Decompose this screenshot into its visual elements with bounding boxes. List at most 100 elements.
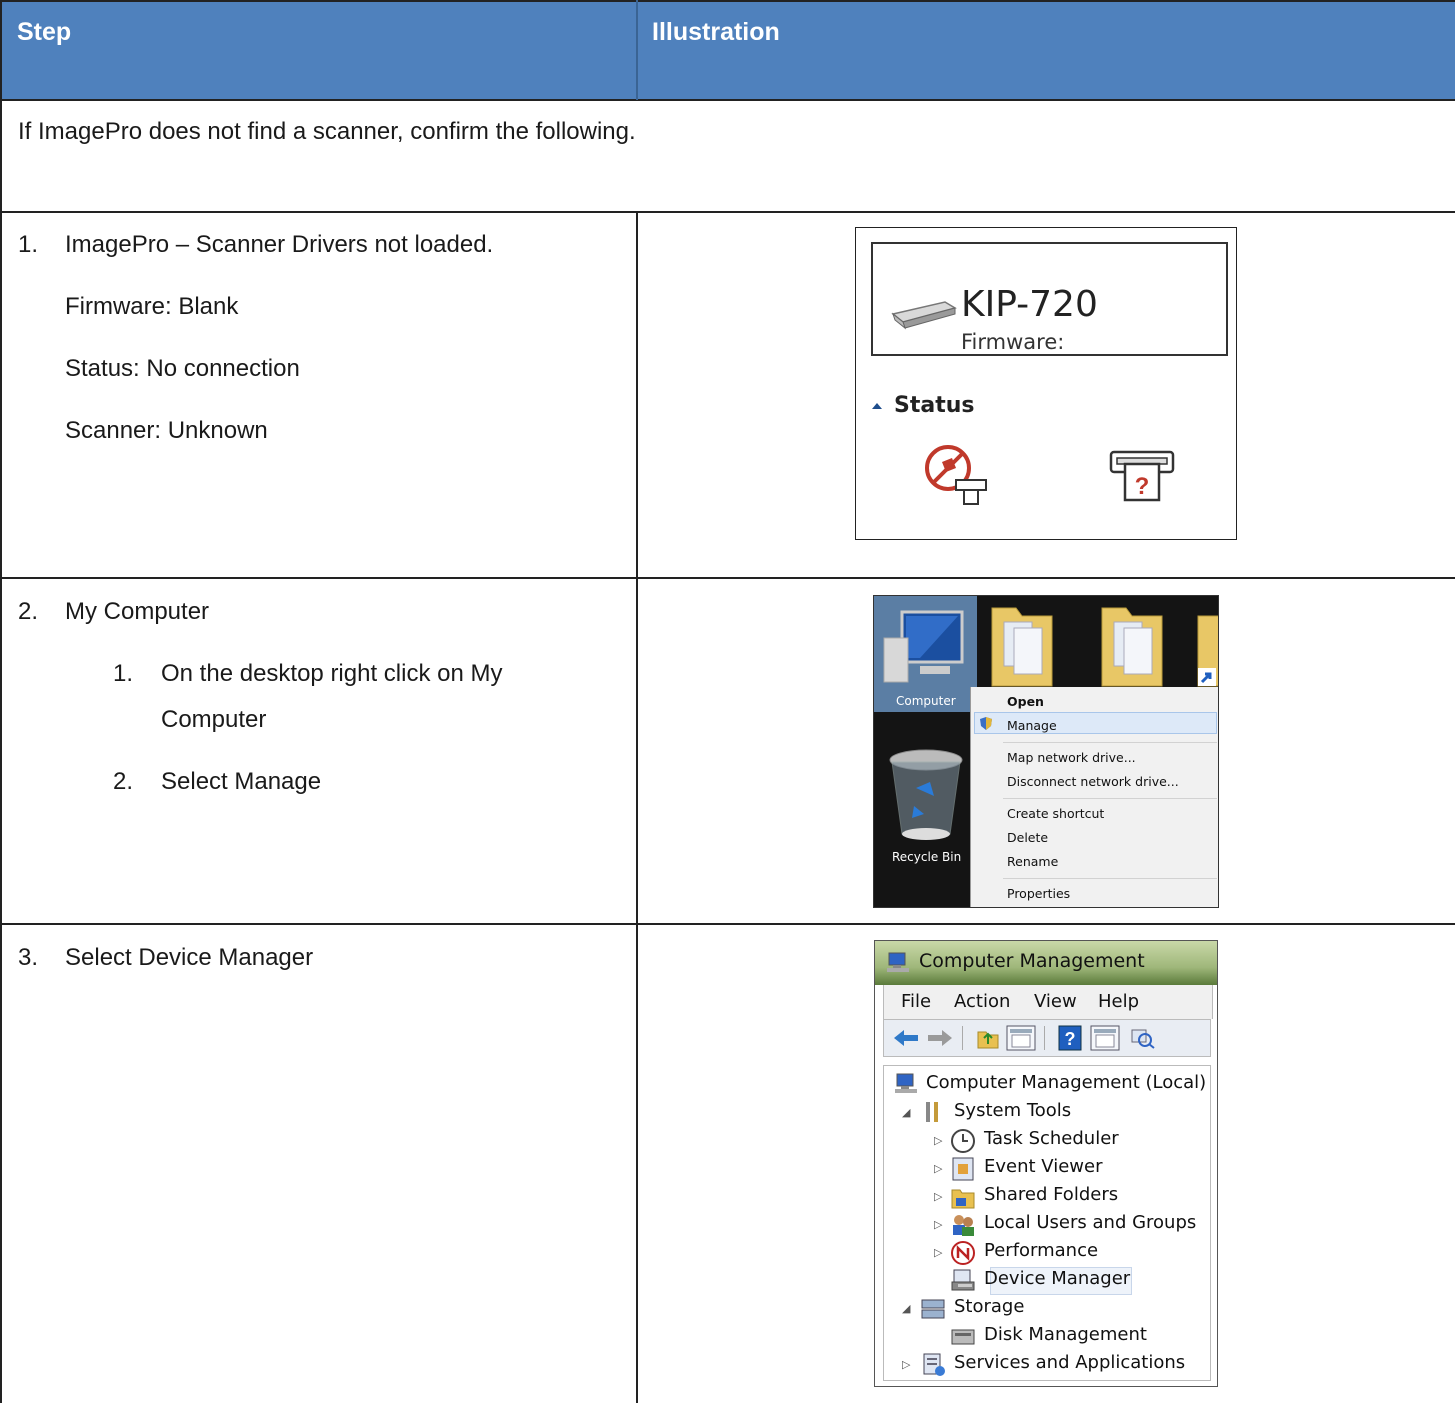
event-viewer-icon xyxy=(952,1157,974,1181)
disk-management-icon xyxy=(951,1329,975,1345)
show-hide-action-pane-icon[interactable] xyxy=(1090,1025,1120,1051)
substep-text: On the desktop right click on My xyxy=(161,660,503,687)
performance-icon xyxy=(951,1241,975,1265)
menu-item-open[interactable]: Open xyxy=(1007,694,1044,709)
menu-separator xyxy=(1003,878,1217,879)
storage-icon xyxy=(921,1299,945,1319)
menu-item-create-shortcut[interactable]: Create shortcut xyxy=(1007,806,1104,821)
tree-item-performance[interactable]: Performance xyxy=(984,1240,1098,1261)
collapsed-arrow-icon[interactable]: ▷ xyxy=(934,1246,942,1259)
menu-item-disconnect-network-drive[interactable]: Disconnect network drive... xyxy=(1007,774,1179,789)
row-divider xyxy=(0,99,1455,101)
recycle-bin-icon[interactable] xyxy=(886,748,966,848)
menu-separator xyxy=(1003,798,1217,799)
device-manager-icon xyxy=(951,1269,975,1291)
expanded-arrow-icon[interactable]: ◢ xyxy=(902,1106,910,1119)
tree-item-device-manager[interactable]: Device Manager xyxy=(984,1268,1130,1289)
steps-table: Step Illustration If ImagePro does not f… xyxy=(0,0,1455,1403)
task-scheduler-icon xyxy=(951,1129,975,1153)
shortcut-arrow-icon xyxy=(1198,668,1216,686)
firmware-label: Firmware: xyxy=(961,330,1065,354)
menu-separator xyxy=(1003,742,1217,743)
console-tree: Computer Management (Local) ◢ System Too… xyxy=(883,1065,1211,1381)
collapse-caret-icon[interactable] xyxy=(870,399,884,411)
menu-item-manage[interactable]: Manage xyxy=(1007,718,1057,733)
menu-item-delete[interactable]: Delete xyxy=(1007,830,1048,845)
step-line: Scanner: Unknown xyxy=(65,417,268,444)
col-divider xyxy=(636,211,638,1403)
properties-icon[interactable] xyxy=(1130,1026,1156,1050)
menu-file[interactable]: File xyxy=(901,991,931,1012)
tree-item-task-scheduler[interactable]: Task Scheduler xyxy=(984,1128,1119,1149)
col-divider xyxy=(636,0,638,100)
tree-item-disk-management[interactable]: Disk Management xyxy=(984,1324,1147,1345)
step-number: 2. xyxy=(18,598,39,625)
menu-item-rename[interactable]: Rename xyxy=(1007,854,1058,869)
folder-icon[interactable] xyxy=(986,598,1056,688)
scanner-icon xyxy=(891,301,957,330)
step-title: Select Device Manager xyxy=(65,944,314,971)
substep-text: Computer xyxy=(161,706,267,733)
menu-help[interactable]: Help xyxy=(1098,991,1139,1012)
status-heading: Status xyxy=(894,393,975,418)
intro-text: If ImagePro does not find a scanner, con… xyxy=(18,118,636,145)
header-step: Step xyxy=(17,18,72,46)
step-title: ImagePro – Scanner Drivers not loaded. xyxy=(65,231,494,258)
up-folder-icon[interactable] xyxy=(976,1026,1000,1050)
tree-item-storage[interactable]: Storage xyxy=(954,1296,1024,1317)
tree-item-system-tools[interactable]: System Tools xyxy=(954,1100,1071,1121)
table-header: Step Illustration xyxy=(0,0,1455,100)
menu-action[interactable]: Action xyxy=(954,991,1010,1012)
collapsed-arrow-icon[interactable]: ▷ xyxy=(934,1190,942,1203)
substep-number: 2. xyxy=(113,768,134,795)
folder-icon[interactable] xyxy=(1096,598,1166,688)
tree-item-services-and-applications[interactable]: Services and Applications xyxy=(954,1352,1185,1373)
step-number: 1. xyxy=(18,231,39,258)
menu-bar: File Action View Help xyxy=(883,985,1213,1019)
toolbar: ? xyxy=(883,1019,1211,1057)
step-title: My Computer xyxy=(65,598,210,625)
row-divider xyxy=(0,211,1455,213)
row-divider xyxy=(0,923,1455,925)
local-users-and-groups-icon xyxy=(953,1215,974,1236)
collapsed-arrow-icon[interactable]: ▷ xyxy=(934,1134,942,1147)
services-and-applications-icon xyxy=(923,1353,945,1376)
scanner-model: KIP-720 xyxy=(961,284,1098,325)
window-title: Computer Management xyxy=(919,950,1145,972)
row-divider xyxy=(0,577,1455,579)
recycle-bin-label: Recycle Bin xyxy=(892,850,962,864)
expanded-arrow-icon[interactable]: ◢ xyxy=(902,1302,910,1315)
forward-icon[interactable] xyxy=(926,1028,954,1048)
border-top xyxy=(0,0,1455,2)
header-illustration: Illustration xyxy=(652,18,780,46)
tree-item-local-users-and-groups[interactable]: Local Users and Groups xyxy=(984,1212,1196,1233)
show-hide-console-tree-icon[interactable] xyxy=(1006,1025,1036,1051)
tree-item-event-viewer[interactable]: Event Viewer xyxy=(984,1156,1102,1177)
computer-management-icon xyxy=(895,1073,917,1093)
tree-item-computer-management-local[interactable]: Computer Management (Local) xyxy=(926,1072,1206,1093)
window-titlebar: Computer Management xyxy=(875,941,1217,985)
uac-shield-icon xyxy=(980,717,992,730)
desktop-context-menu-illustration: Computer Recycle Bin Open Manage Map net… xyxy=(873,595,1219,908)
collapsed-arrow-icon[interactable]: ▷ xyxy=(934,1218,942,1231)
step-line: Status: No connection xyxy=(65,355,300,382)
svg-text:?: ? xyxy=(1135,473,1150,500)
scanner-card: KIP-720 Firmware: xyxy=(871,242,1228,356)
collapsed-arrow-icon[interactable]: ▷ xyxy=(934,1162,942,1175)
menu-item-properties[interactable]: Properties xyxy=(1007,886,1070,901)
menu-item-map-network-drive[interactable]: Map network drive... xyxy=(1007,750,1136,765)
menu-view[interactable]: View xyxy=(1034,991,1077,1012)
back-icon[interactable] xyxy=(892,1028,920,1048)
collapsed-arrow-icon[interactable]: ▷ xyxy=(902,1358,910,1371)
substep-text: Select Manage xyxy=(161,768,322,795)
help-icon[interactable]: ? xyxy=(1058,1025,1082,1051)
step-number: 3. xyxy=(18,944,39,971)
monitor-icon xyxy=(883,610,964,683)
svg-text:?: ? xyxy=(1065,1029,1076,1049)
no-connection-icon xyxy=(925,445,987,505)
context-menu: Open Manage Map network drive... Disconn… xyxy=(970,687,1218,907)
border-left xyxy=(0,0,2,1403)
computer-management-icon xyxy=(887,952,909,972)
tree-item-shared-folders[interactable]: Shared Folders xyxy=(984,1184,1118,1205)
scanner-status-illustration: KIP-720 Firmware: Status ? xyxy=(855,227,1237,540)
